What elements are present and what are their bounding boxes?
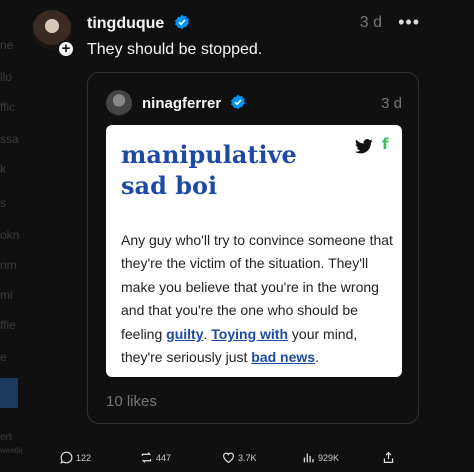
quoted-post-time: 3 d <box>381 95 402 112</box>
bg-fragment: nm <box>0 258 17 272</box>
repost-button[interactable]: 447 <box>140 451 171 464</box>
definition-text: Any guy who'll try to convince someone t… <box>121 229 395 369</box>
bg-fragment: k <box>0 162 6 176</box>
share-icon <box>383 451 394 463</box>
bg-fragment: llo <box>0 70 13 84</box>
definition-card-image: manipulative sad boi f Any guy who'll tr… <box>106 125 402 377</box>
bg-fragment: e <box>0 350 7 364</box>
quoted-author-name[interactable]: ninagferrer <box>142 95 221 112</box>
bg-fragment: ffie <box>0 318 16 332</box>
like-button[interactable]: 3.7K <box>222 451 257 464</box>
bg-fragment: ert <box>0 432 12 443</box>
bg-fragment: s <box>0 196 6 210</box>
bg-fragment: ffic <box>0 100 16 114</box>
share-button[interactable] <box>382 451 398 464</box>
facebook-icon: f <box>382 135 389 153</box>
bg-fragment: okn <box>0 228 20 242</box>
bg-fragment: ne <box>0 38 14 52</box>
definition-part: . <box>315 349 319 366</box>
reply-button[interactable]: 122 <box>60 451 91 464</box>
views-icon <box>303 453 314 463</box>
quoted-post[interactable]: ninagferrer 3 d manipulative sad boi f A… <box>87 72 419 424</box>
verified-icon <box>231 94 246 110</box>
bg-fragment: mi <box>0 288 13 302</box>
plus-icon[interactable]: + <box>57 40 75 58</box>
repost-count: 447 <box>156 452 172 463</box>
post-author-name[interactable]: tingduque <box>87 15 164 32</box>
verified-icon <box>174 14 189 30</box>
quoted-author[interactable]: ninagferrer <box>142 94 246 112</box>
action-bar: 122 447 3.7K 929K <box>0 448 474 472</box>
repost-icon <box>141 452 152 463</box>
link-guilty: guilty <box>166 325 204 342</box>
thread-post: + tingduque 3 d ••• They should be stopp… <box>22 0 458 472</box>
heart-icon <box>223 452 234 464</box>
comment-icon <box>60 451 73 464</box>
like-count: 3.7K <box>238 452 257 463</box>
quoted-author-avatar[interactable] <box>106 90 132 116</box>
link-toying-with: Toying with <box>211 325 289 342</box>
post-author[interactable]: tingduque <box>87 14 190 33</box>
more-options-button[interactable]: ••• <box>398 12 420 33</box>
bg-fragment: ssa <box>0 132 19 146</box>
twitter-icon <box>355 139 373 154</box>
background-highlight <box>0 378 18 408</box>
link-bad-news: bad news <box>251 349 316 366</box>
views-count: 929K <box>318 452 340 463</box>
post-time: 3 d <box>359 14 382 31</box>
reply-count: 122 <box>76 452 92 463</box>
post-text: They should be stopped. <box>87 41 263 58</box>
quoted-likes-count[interactable]: 10 likes <box>106 393 157 410</box>
views-button[interactable]: 929K <box>302 451 339 464</box>
definition-title: manipulative sad boi <box>121 140 297 200</box>
